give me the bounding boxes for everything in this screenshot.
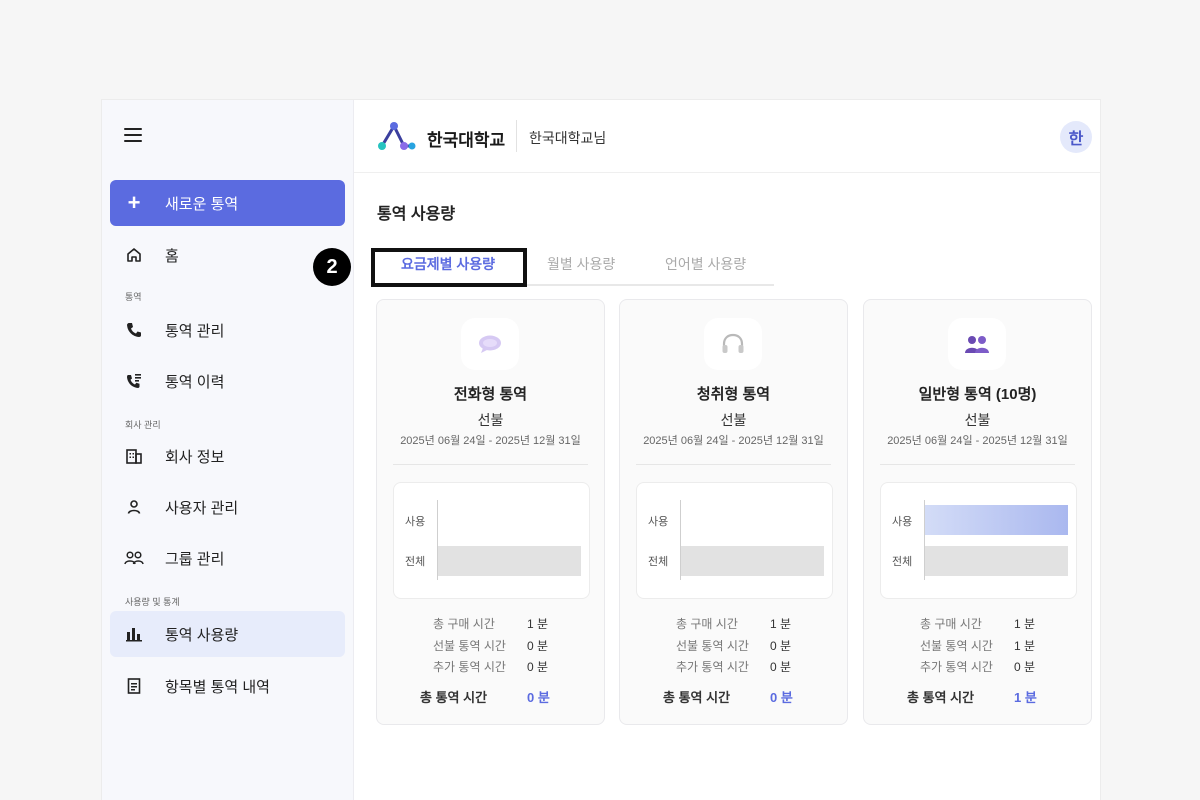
- user-name: 한국대학교님: [529, 130, 607, 146]
- sidebar-item-label: 항목별 통역 내역: [165, 678, 270, 696]
- step-badge: 2: [313, 248, 351, 286]
- stat-value-extra: 0 분: [527, 660, 549, 674]
- tab-by-language[interactable]: 언어별 사용량: [665, 254, 746, 274]
- new-interpretation-button[interactable]: + 새로운 통역: [110, 180, 345, 226]
- card-title: 일반형 통역 (10명): [918, 386, 1037, 403]
- stat-value-extra: 0 분: [770, 660, 792, 674]
- stat-label-prepaid: 선불 통역 시간: [676, 639, 749, 653]
- total-value: 1 분: [1014, 690, 1037, 705]
- chart-label-used: 사용: [648, 516, 669, 528]
- sidebar-item-interp-history[interactable]: 통역 이력: [110, 358, 345, 404]
- stat-label-purchased: 총 구매 시간: [920, 617, 982, 631]
- stat-value-purchased: 1 분: [770, 617, 792, 631]
- plan-type: 선불: [720, 412, 747, 428]
- group-icon: [124, 548, 144, 568]
- stat-value-purchased: 1 분: [1014, 617, 1036, 631]
- bar-total: [438, 546, 581, 576]
- total-value: 0 분: [527, 690, 550, 705]
- tab-highlight-box: [371, 248, 527, 287]
- divider: [880, 464, 1075, 465]
- sidebar-item-home[interactable]: 홈: [110, 232, 345, 278]
- bar-chart-icon: [124, 624, 144, 644]
- sidebar: + 새로운 통역 홈 통역 통역 관리 통역 이력 회사 관리 회사 정보 사용…: [102, 100, 354, 800]
- section-label-company: 회사 관리: [125, 420, 161, 430]
- sidebar-item-label: 홈: [165, 247, 179, 265]
- chart-label-total: 전체: [405, 556, 426, 568]
- divider: [393, 464, 588, 465]
- sidebar-item-item-history[interactable]: 항목별 통역 내역: [110, 663, 345, 709]
- speech-bubble-icon: [461, 318, 519, 370]
- phone-list-icon: [124, 371, 144, 391]
- sidebar-item-label: 그룹 관리: [165, 550, 225, 568]
- divider: [636, 464, 831, 465]
- headphones-icon: [704, 318, 762, 370]
- sidebar-item-interp-manage[interactable]: 통역 관리: [110, 307, 345, 353]
- plan-card-listening: 청취형 통역 선불 2025년 06월 24일 - 2025년 12월 31일 …: [619, 299, 848, 725]
- document-icon: [124, 676, 144, 696]
- stat-label-prepaid: 선불 통역 시간: [920, 639, 993, 653]
- total-label: 총 통역 시간: [420, 690, 488, 705]
- sidebar-item-usage[interactable]: 통역 사용량: [110, 611, 345, 657]
- total-label: 총 통역 시간: [663, 690, 731, 705]
- stat-label-purchased: 총 구매 시간: [433, 617, 495, 631]
- sidebar-item-company-info[interactable]: 회사 정보: [110, 433, 345, 479]
- header-divider: [516, 120, 517, 152]
- stat-value-prepaid: 0 분: [770, 639, 792, 653]
- bar-total: [681, 546, 824, 576]
- chart-label-used: 사용: [405, 516, 426, 528]
- stat-label-extra: 추가 통역 시간: [920, 660, 993, 674]
- sidebar-item-label: 통역 이력: [165, 373, 225, 391]
- stat-label-purchased: 총 구매 시간: [676, 617, 738, 631]
- bar-total: [925, 546, 1068, 576]
- page-title: 통역 사용량: [377, 206, 456, 223]
- new-interpretation-label: 새로운 통역: [165, 195, 239, 213]
- total-value: 0 분: [770, 690, 793, 705]
- sidebar-item-group-manage[interactable]: 그룹 관리: [110, 535, 345, 581]
- sidebar-item-label: 통역 관리: [165, 322, 225, 340]
- total-label: 총 통역 시간: [907, 690, 975, 705]
- avatar[interactable]: 한: [1060, 121, 1092, 153]
- section-label-interpretation: 통역: [125, 292, 142, 302]
- plus-icon: +: [127, 190, 141, 215]
- stat-value-prepaid: 1 분: [1014, 639, 1036, 653]
- usage-chart: 사용 전체: [636, 482, 833, 599]
- tab-monthly[interactable]: 월별 사용량: [547, 254, 615, 274]
- section-label-usage: 사용량 및 통계: [125, 597, 180, 607]
- usage-chart: 사용 전체: [880, 482, 1077, 599]
- chart-label-used: 사용: [892, 516, 913, 528]
- card-title: 전화형 통역: [453, 386, 528, 403]
- building-icon: [124, 446, 144, 466]
- stat-label-prepaid: 선불 통역 시간: [433, 639, 506, 653]
- chart-label-total: 전체: [648, 556, 669, 568]
- stat-value-purchased: 1 분: [527, 617, 549, 631]
- stat-label-extra: 추가 통역 시간: [433, 660, 506, 674]
- bar-used: [925, 505, 1068, 535]
- group-people-icon: [948, 318, 1006, 370]
- plan-card-phone: 전화형 통역 선불 2025년 06월 24일 - 2025년 12월 31일 …: [376, 299, 605, 725]
- user-icon: [124, 497, 144, 517]
- sidebar-item-label: 사용자 관리: [165, 499, 239, 517]
- stat-value-extra: 0 분: [1014, 660, 1036, 674]
- menu-icon[interactable]: [124, 128, 142, 144]
- stat-value-prepaid: 0 분: [527, 639, 549, 653]
- top-header: 한국대학교 한국대학교님 한: [354, 100, 1100, 173]
- chart-label-total: 전체: [892, 556, 913, 568]
- plan-type: 선불: [477, 412, 504, 428]
- card-title: 청취형 통역: [696, 386, 771, 403]
- sidebar-item-user-manage[interactable]: 사용자 관리: [110, 484, 345, 530]
- plan-period: 2025년 06월 24일 - 2025년 12월 31일: [643, 435, 824, 447]
- usage-chart: 사용 전체: [393, 482, 590, 599]
- home-icon: [124, 245, 144, 265]
- phone-icon: [124, 320, 144, 340]
- plan-card-general: 일반형 통역 (10명) 선불 2025년 06월 24일 - 2025년 12…: [863, 299, 1092, 725]
- sidebar-item-label: 회사 정보: [165, 448, 225, 466]
- sidebar-item-label: 통역 사용량: [165, 626, 239, 644]
- plan-period: 2025년 06월 24일 - 2025년 12월 31일: [400, 435, 581, 447]
- brand-name: 한국대학교: [427, 131, 506, 150]
- brand-logo-icon: [378, 122, 416, 150]
- plan-period: 2025년 06월 24일 - 2025년 12월 31일: [887, 435, 1068, 447]
- plan-type: 선불: [964, 412, 991, 428]
- stat-label-extra: 추가 통역 시간: [676, 660, 749, 674]
- app-window: + 새로운 통역 홈 통역 통역 관리 통역 이력 회사 관리 회사 정보 사용…: [102, 100, 1100, 800]
